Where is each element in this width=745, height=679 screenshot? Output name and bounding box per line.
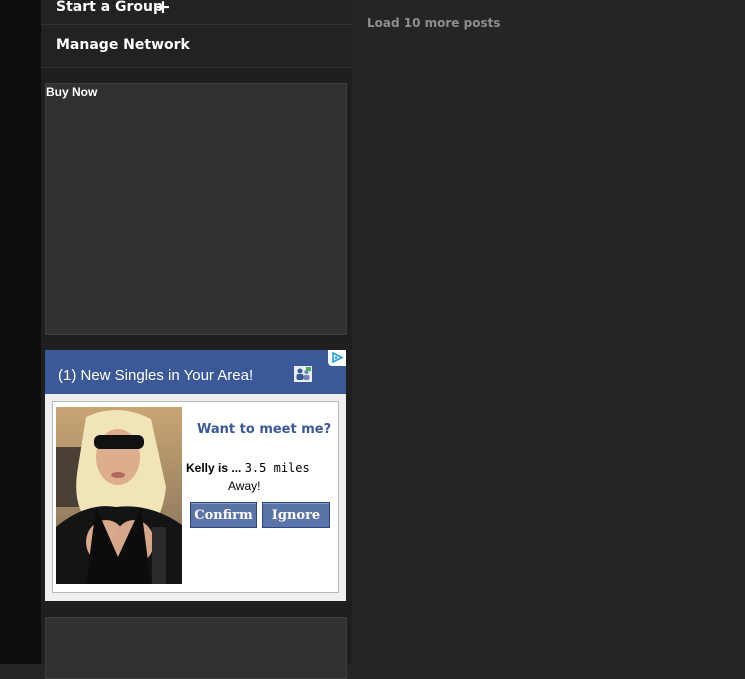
start-group-item[interactable]: Start a Group + [41, 0, 352, 25]
start-group-label[interactable]: Start a Group [56, 0, 163, 15]
ad-unit[interactable]: (1) New Singles in Your Area! Want to me… [45, 350, 346, 601]
load-more-posts-link[interactable]: Load 10 more posts [367, 16, 500, 30]
sidebar: Start a Group + Manage Network Buy Now (… [41, 0, 352, 679]
ad-title[interactable]: (1) New Singles in Your Area! [58, 367, 253, 384]
people-icon [294, 366, 312, 382]
away-text: Away! [228, 479, 261, 493]
ignore-button[interactable]: Ignore [262, 502, 330, 528]
ad-body: Kelly is ... 3.5 miles Away! [186, 459, 336, 495]
sidebar-box-bottom [45, 617, 347, 679]
profile-name: Kelly is ... [186, 461, 242, 475]
ad-choices[interactable] [328, 350, 346, 366]
buy-now-box[interactable]: Buy Now [45, 83, 347, 335]
confirm-button[interactable]: Confirm [190, 502, 257, 528]
left-gutter [0, 0, 41, 664]
plus-icon[interactable]: + [155, 0, 171, 18]
buy-now-label[interactable]: Buy Now [46, 85, 97, 99]
ad-headline[interactable]: Want to meet me? [197, 422, 331, 437]
manage-network-label[interactable]: Manage Network [56, 37, 190, 53]
manage-network-item[interactable]: Manage Network [41, 25, 352, 68]
distance-text: 3.5 miles [244, 461, 310, 475]
profile-photo[interactable] [56, 407, 182, 584]
ad-card[interactable]: Want to meet me? Kelly is ... 3.5 miles … [52, 401, 339, 593]
ad-choices-icon[interactable] [332, 352, 343, 363]
ad-header[interactable]: (1) New Singles in Your Area! [45, 350, 346, 394]
